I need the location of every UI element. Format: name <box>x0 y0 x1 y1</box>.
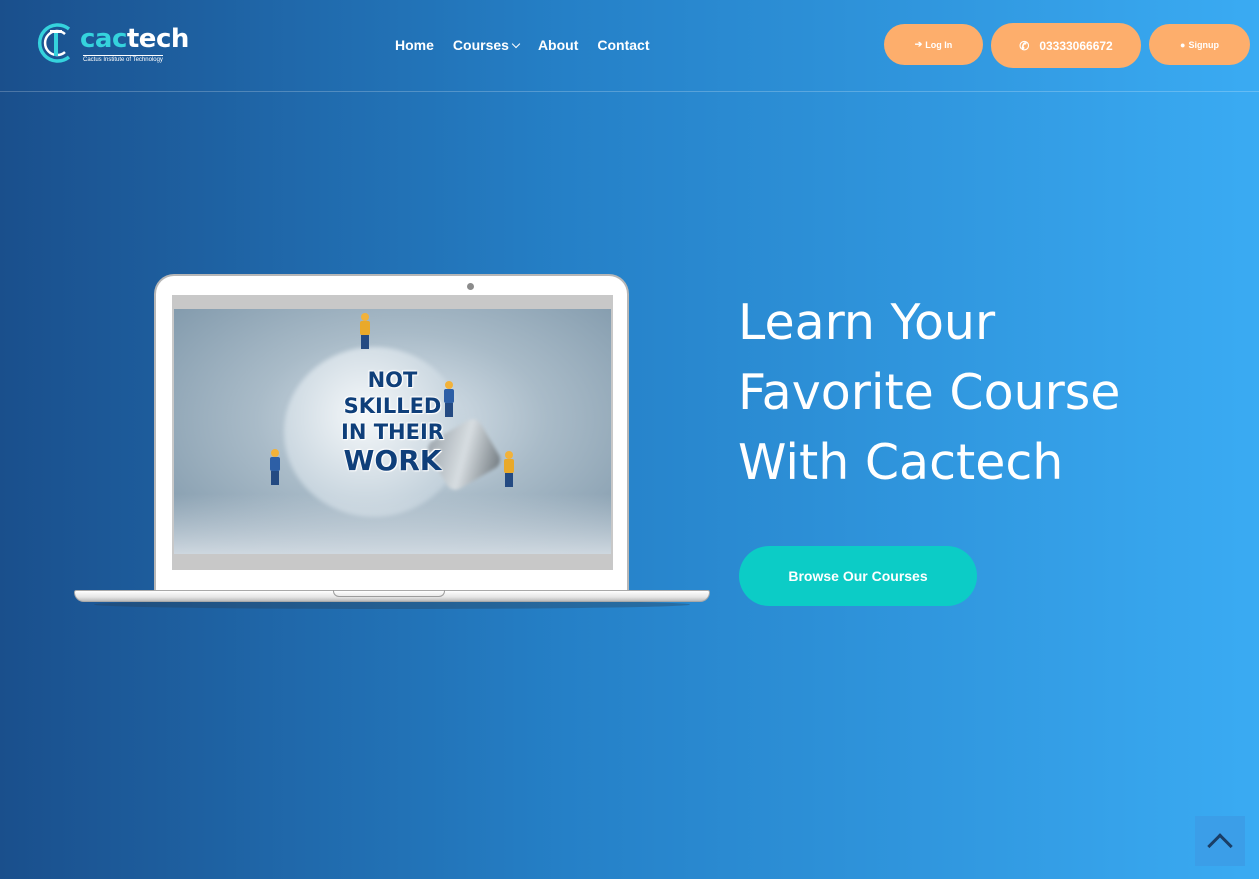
screen-caption-line: NOT <box>367 368 418 392</box>
scroll-to-top-button[interactable] <box>1195 816 1245 866</box>
main-nav: Home Courses About Contact <box>395 35 650 55</box>
brand-name-cac: cac <box>80 24 127 54</box>
nav-home[interactable]: Home <box>395 35 434 55</box>
laptop-illustration: NOT SKILLED IN THEIR WORK <box>74 274 710 610</box>
hero-headline: Learn Your Favorite Course With Cactech <box>738 288 1178 498</box>
laptop-lid: NOT SKILLED IN THEIR WORK <box>154 274 629 590</box>
navbar: cactech Cactus Institute of Technology H… <box>0 0 1259 92</box>
worker-figure <box>360 313 370 349</box>
phone-icon: ✆ <box>1019 38 1030 53</box>
screen-caption-line: IN THEIR <box>341 420 444 444</box>
brand-tagline: Cactus Institute of Technology <box>83 55 163 63</box>
login-button[interactable]: ➔ Log In <box>884 24 983 65</box>
phone-number: 03333066672 <box>1039 38 1113 53</box>
nav-courses-label: Courses <box>452 37 509 53</box>
webcam-dot <box>467 283 474 290</box>
chevron-up-icon <box>1207 833 1233 859</box>
ground-shade <box>174 494 611 554</box>
signup-label: Signup <box>1188 39 1219 50</box>
brand-name-tech: tech <box>126 24 189 54</box>
signup-button[interactable]: ● Signup <box>1149 24 1250 65</box>
cactech-logo-icon <box>38 23 71 63</box>
login-label: Log In <box>925 39 953 50</box>
laptop-screen-frame: NOT SKILLED IN THEIR WORK <box>172 295 613 570</box>
chevron-down-icon <box>511 39 521 49</box>
hero-headline-line: Favorite Course <box>738 364 1121 421</box>
sign-in-icon: ➔ <box>914 39 923 49</box>
hero-video-thumbnail: NOT SKILLED IN THEIR WORK <box>174 309 611 554</box>
hero-headline-line: With Cactech <box>738 434 1064 491</box>
laptop-notch <box>333 590 445 597</box>
hero-headline-line: Learn Your <box>738 294 996 351</box>
user-icon: ● <box>1180 39 1186 50</box>
browse-courses-button[interactable]: Browse Our Courses <box>739 546 977 606</box>
screen-caption: NOT SKILLED IN THEIR WORK <box>174 367 611 477</box>
nav-contact[interactable]: Contact <box>597 35 649 55</box>
brand-name: cactech <box>80 24 189 54</box>
nav-about[interactable]: About <box>538 35 578 55</box>
screen-caption-line: WORK <box>343 444 442 477</box>
screen-caption-line: SKILLED <box>343 394 442 418</box>
nav-courses[interactable]: Courses <box>452 35 521 55</box>
phone-button[interactable]: ✆ 03333066672 <box>991 23 1141 68</box>
brand-logo[interactable]: cactech Cactus Institute of Technology <box>36 20 189 68</box>
